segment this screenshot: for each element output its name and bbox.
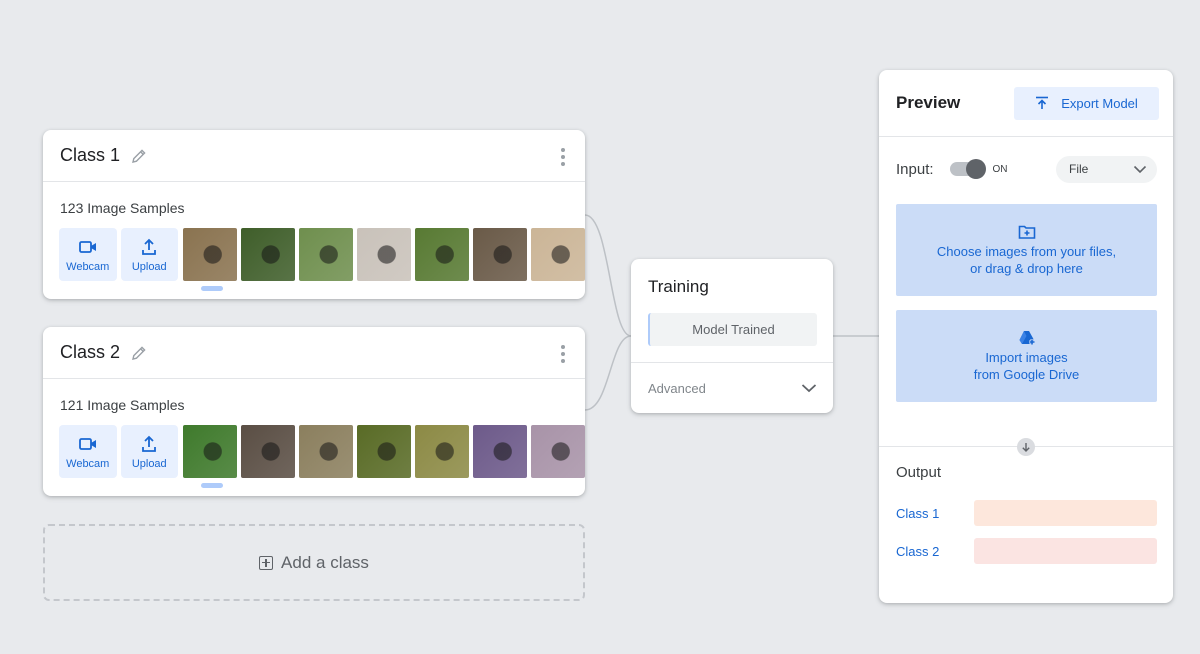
upload-button[interactable]: Upload [120, 228, 178, 281]
drive-line-2: from Google Drive [973, 366, 1080, 382]
input-label: Input: [896, 160, 934, 178]
advanced-label: Advanced [648, 380, 706, 396]
export-icon [1036, 96, 1049, 109]
output-row-class-2: Class 2 [879, 538, 1173, 564]
thumbnail-scroll-indicator[interactable] [201, 483, 223, 488]
sample-thumbnail[interactable] [183, 425, 237, 478]
preview-header: Preview Export Model [879, 70, 1173, 137]
input-toggle[interactable] [949, 159, 986, 179]
sample-thumbnail[interactable] [415, 425, 469, 478]
drive-line-1: Import images [985, 349, 1068, 365]
sample-thumbnail[interactable] [531, 425, 585, 478]
thumbnail-strip[interactable] [183, 228, 585, 281]
export-model-button[interactable]: Export Model [1014, 86, 1159, 120]
output-row-class-1: Class 1 [879, 500, 1173, 526]
webcam-button[interactable]: Webcam [59, 425, 117, 478]
webcam-icon [78, 240, 96, 253]
add-box-icon [259, 555, 274, 570]
input-source-select[interactable]: File [1056, 155, 1157, 183]
training-card: Training Model Trained Advanced [631, 259, 833, 413]
edit-pencil-icon[interactable] [129, 343, 149, 363]
sample-thumbnail[interactable] [531, 228, 585, 281]
drop-line-2: or drag & drop here [970, 260, 1083, 276]
thumbnail-scroll-indicator[interactable] [201, 286, 223, 291]
drop-line-1: Choose images from your files, [936, 243, 1117, 259]
confidence-bar [974, 538, 1157, 564]
sample-thumbnail[interactable] [357, 425, 411, 478]
divider [879, 438, 1173, 456]
upload-icon [142, 435, 157, 452]
model-trained-button[interactable]: Model Trained [648, 313, 817, 346]
google-drive-import[interactable]: Import images from Google Drive [896, 310, 1157, 402]
sample-thumbnail[interactable] [473, 425, 527, 478]
chevron-down-icon [1133, 165, 1147, 173]
webcam-label: Webcam [66, 260, 110, 273]
class-card-header: Class 1 [43, 130, 585, 182]
add-class-label: Add a class [281, 552, 369, 572]
sample-thumbnail[interactable] [183, 228, 237, 281]
toggle-state-label: ON [992, 163, 1008, 175]
preview-title: Preview [896, 93, 961, 112]
source-select-value: File [1069, 162, 1089, 176]
webcam-icon [78, 437, 96, 450]
google-drive-icon [1019, 330, 1035, 345]
sample-thumbnail[interactable] [241, 228, 295, 281]
add-class-button[interactable]: Add a class [43, 524, 585, 601]
export-label: Export Model [1061, 95, 1138, 111]
sample-thumbnail[interactable] [357, 228, 411, 281]
output-class-label: Class 1 [896, 505, 940, 521]
arrow-down-icon [1017, 438, 1035, 456]
sample-thumbnail[interactable] [299, 228, 353, 281]
class-card-2: Class 2 121 Image Samples Webcam Upload [43, 327, 585, 496]
input-row: Input: ON File [879, 137, 1173, 201]
upload-label: Upload [131, 457, 167, 470]
sample-count: 121 Image Samples [60, 397, 185, 413]
class-name[interactable]: Class 1 [60, 145, 120, 166]
upload-button[interactable]: Upload [120, 425, 178, 478]
training-title: Training [648, 277, 709, 296]
class-card-1: Class 1 123 Image Samples Webcam Upload [43, 130, 585, 299]
sample-thumbnail[interactable] [473, 228, 527, 281]
more-options-icon[interactable] [561, 345, 565, 363]
upload-label: Upload [131, 260, 167, 273]
sample-count: 123 Image Samples [60, 200, 185, 216]
preview-card: Preview Export Model Input: ON File Choo… [879, 70, 1173, 603]
more-options-icon[interactable] [561, 148, 565, 166]
class-card-header: Class 2 [43, 327, 585, 379]
sample-thumbnail[interactable] [241, 425, 295, 478]
sample-thumbnail[interactable] [415, 228, 469, 281]
folder-add-icon [1018, 225, 1035, 239]
sample-thumbnail[interactable] [299, 425, 353, 478]
webcam-label: Webcam [66, 457, 110, 470]
upload-icon [142, 238, 157, 255]
advanced-toggle[interactable]: Advanced [631, 363, 833, 413]
file-drop-zone[interactable]: Choose images from your files, or drag &… [896, 204, 1157, 296]
edit-pencil-icon[interactable] [129, 146, 149, 166]
webcam-button[interactable]: Webcam [59, 228, 117, 281]
class-name[interactable]: Class 2 [60, 342, 120, 363]
chevron-down-icon [801, 384, 817, 393]
thumbnail-strip[interactable] [183, 425, 585, 478]
output-class-label: Class 2 [896, 543, 940, 559]
confidence-bar [974, 500, 1157, 526]
